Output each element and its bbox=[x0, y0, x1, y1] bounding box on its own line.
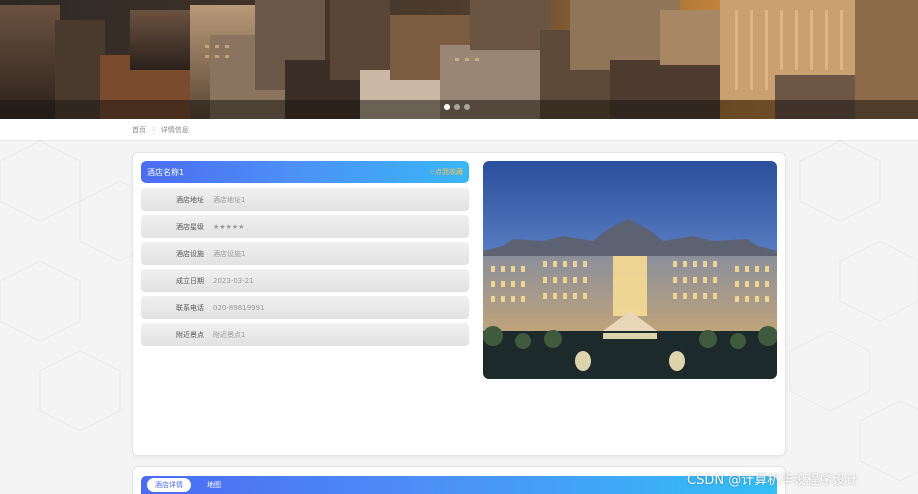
field-row-facilities: 酒店设施 酒店设施1 bbox=[141, 242, 469, 265]
field-value: 酒店设施1 bbox=[213, 249, 246, 258]
detail-fields: 酒店地址 酒店地址1 酒店星级 ★★★★★ 酒店设施 酒店设施1 成立日期 20… bbox=[141, 188, 469, 350]
breadcrumb-home[interactable]: 首页 bbox=[132, 125, 146, 135]
field-label: 酒店星级 bbox=[176, 222, 204, 231]
tab-hotel-details[interactable]: 酒店详情 bbox=[147, 478, 191, 492]
hotel-building-image bbox=[483, 161, 777, 379]
field-label: 酒店地址 bbox=[176, 195, 204, 204]
breadcrumb-bar: 首页 :: 详情信息 bbox=[0, 119, 918, 141]
field-row-address: 酒店地址 酒店地址1 bbox=[141, 188, 469, 211]
carousel-dots bbox=[444, 104, 470, 110]
breadcrumb: 首页 :: 详情信息 bbox=[132, 125, 189, 135]
field-label: 附近景点 bbox=[176, 330, 204, 339]
field-label: 酒店设施 bbox=[176, 249, 204, 258]
carousel-dot[interactable] bbox=[464, 104, 470, 110]
breadcrumb-current: 详情信息 bbox=[160, 126, 189, 134]
field-row-phone: 联系电话 020-89819991 bbox=[141, 296, 469, 319]
field-value: 020-89819991 bbox=[213, 303, 265, 312]
city-skyline-image bbox=[0, 0, 918, 119]
field-value: 附近景点1 bbox=[213, 330, 246, 339]
banner-carousel[interactable] bbox=[0, 0, 918, 119]
carousel-dot[interactable] bbox=[444, 104, 450, 110]
field-label: 联系电话 bbox=[176, 303, 204, 312]
detail-tabs: 酒店详情 地图 bbox=[141, 476, 777, 494]
field-row-star-rating: 酒店星级 ★★★★★ bbox=[141, 215, 469, 238]
hotel-title-bar: 酒店名称1 ☆点我收藏 bbox=[141, 161, 469, 183]
tab-map[interactable]: 地图 bbox=[199, 478, 229, 492]
collect-button[interactable]: ☆点我收藏 bbox=[429, 167, 463, 177]
carousel-dot[interactable] bbox=[454, 104, 460, 110]
field-row-established-date: 成立日期 2023-03-21 bbox=[141, 269, 469, 292]
star-rating: ★★★★★ bbox=[213, 222, 245, 231]
hotel-name: 酒店名称1 bbox=[147, 167, 185, 177]
field-label: 成立日期 bbox=[176, 276, 204, 285]
watermark: CSDN @计算机毕设程序设计 bbox=[687, 473, 859, 488]
field-value: 2023-03-21 bbox=[213, 276, 254, 285]
field-value: 酒店地址1 bbox=[213, 195, 246, 204]
field-row-nearby-attractions: 附近景点 附近景点1 bbox=[141, 323, 469, 346]
breadcrumb-separator: :: bbox=[151, 125, 156, 133]
hotel-photo bbox=[483, 161, 777, 379]
